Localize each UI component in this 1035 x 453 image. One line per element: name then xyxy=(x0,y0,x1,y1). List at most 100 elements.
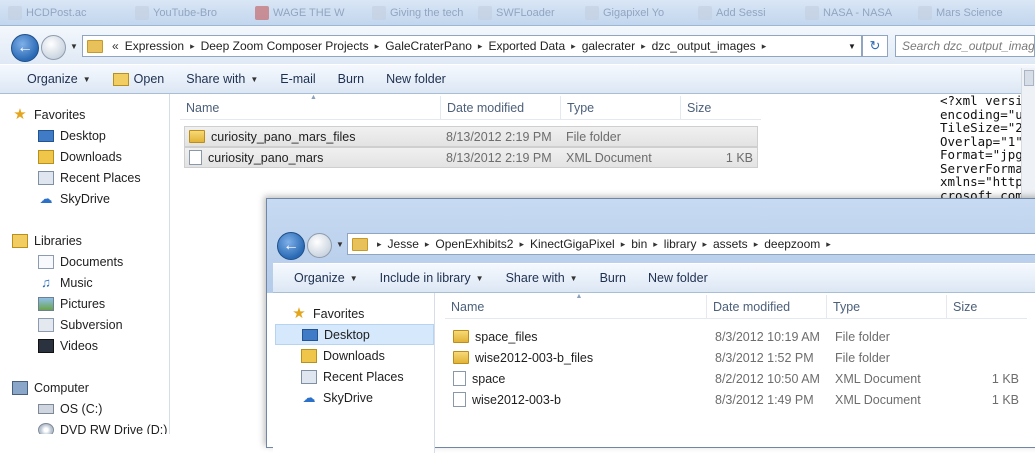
back-button[interactable]: ← xyxy=(11,34,39,62)
file-row[interactable]: space_files 8/3/2012 10:19 AM File folde… xyxy=(449,326,1023,347)
address-dropdown-icon[interactable]: ▼ xyxy=(848,42,856,51)
column-name[interactable]: ▲ Name xyxy=(445,293,707,319)
nav-music[interactable]: ♫ Music xyxy=(24,272,169,293)
desktop-icon xyxy=(38,129,54,142)
refresh-button[interactable]: ↻ xyxy=(862,35,888,57)
file-row[interactable]: wise2012-003-b 8/3/2012 1:49 PM XML Docu… xyxy=(449,389,1023,410)
column-type[interactable]: Type xyxy=(561,95,681,120)
taskbar-item[interactable]: Add Sessi xyxy=(698,3,766,23)
crumb-bin[interactable]: bin xyxy=(626,237,652,251)
column-size[interactable]: Size xyxy=(681,96,761,120)
taskbar-item[interactable]: YouTube-Bro xyxy=(135,3,217,23)
file-row[interactable]: space 8/2/2012 10:50 AM XML Document 1 K… xyxy=(449,368,1023,389)
column-name[interactable]: ▲ Name xyxy=(180,93,441,120)
taskbar-item[interactable]: Mars Science xyxy=(918,3,1003,23)
crumb-openexhibits2[interactable]: OpenExhibits2 xyxy=(430,237,518,251)
nav-os-drive[interactable]: OS (C:) xyxy=(24,398,169,419)
nav-videos[interactable]: Videos xyxy=(24,335,169,356)
app-icon xyxy=(585,6,599,20)
chevron-down-icon: ▼ xyxy=(569,273,578,283)
organize-button[interactable]: Organize ▼ xyxy=(16,72,102,86)
burn-button[interactable]: Burn xyxy=(327,72,375,86)
address-breadcrumb[interactable]: « Expression ▸ Deep Zoom Composer Project… xyxy=(82,35,862,57)
file-date: 8/13/2012 2:19 PM xyxy=(446,150,552,165)
include-in-library-button[interactable]: Include in library ▼ xyxy=(369,271,495,285)
nav-downloads[interactable]: Downloads xyxy=(273,345,434,366)
file-date: 8/13/2012 2:19 PM xyxy=(446,129,552,144)
history-dropdown-icon[interactable]: ▼ xyxy=(70,42,78,51)
share-with-button[interactable]: Share with ▼ xyxy=(495,271,589,285)
file-row[interactable]: curiosity_pano_mars 8/13/2012 2:19 PM XM… xyxy=(184,147,758,168)
chevron-right-icon[interactable]: ▸ xyxy=(761,41,768,52)
chevron-right-icon[interactable]: ▸ xyxy=(825,239,832,250)
crumb-galecrater[interactable]: galecrater xyxy=(577,39,640,53)
email-button[interactable]: E-mail xyxy=(269,72,326,86)
organize-button[interactable]: Organize ▼ xyxy=(283,271,369,285)
nav-skydrive[interactable]: ☁ SkyDrive xyxy=(24,188,169,209)
downloads-folder-icon xyxy=(301,348,317,363)
sort-up-icon: ▲ xyxy=(310,93,317,101)
crumb-jesse[interactable]: Jesse xyxy=(383,237,424,251)
crumb-assets[interactable]: assets xyxy=(708,237,753,251)
folder-icon xyxy=(189,130,205,143)
hard-drive-icon xyxy=(38,403,54,414)
taskbar-item[interactable]: SWFLoader xyxy=(478,3,555,23)
new-folder-button[interactable]: New folder xyxy=(637,271,719,285)
nav-desktop[interactable]: Desktop xyxy=(275,324,434,345)
nav-documents[interactable]: Documents xyxy=(24,251,169,272)
overflow-chevron-icon[interactable]: « xyxy=(111,39,120,53)
column-type[interactable]: Type xyxy=(827,294,947,319)
history-dropdown-icon[interactable]: ▼ xyxy=(336,240,344,249)
star-icon: ★ xyxy=(292,304,306,322)
app-icon xyxy=(805,6,819,20)
taskbar-item[interactable]: Giving the tech xyxy=(372,3,463,23)
share-with-button[interactable]: Share with ▼ xyxy=(175,72,269,86)
nav-skydrive[interactable]: ☁ SkyDrive xyxy=(273,387,434,408)
search-input[interactable]: Search dzc_output_images xyxy=(895,35,1035,57)
nav-pictures[interactable]: Pictures xyxy=(24,293,169,314)
crumb-expression[interactable]: Expression xyxy=(120,39,189,53)
nav-subversion[interactable]: Subversion xyxy=(24,314,169,335)
crumb-deepzoom[interactable]: deepzoom xyxy=(759,237,825,251)
file-type: XML Document xyxy=(835,392,921,407)
taskbar-item[interactable]: WAGE THE W xyxy=(255,3,345,23)
column-size[interactable]: Size xyxy=(947,295,1027,319)
address-breadcrumb[interactable]: ▸ Jesse ▸ OpenExhibits2 ▸ KinectGigaPixel ▸… xyxy=(347,233,1035,255)
taskbar-item[interactable]: NASA - NASA xyxy=(805,3,892,23)
burn-button[interactable]: Burn xyxy=(589,271,637,285)
crumb-galecraterpano[interactable]: GaleCraterPano xyxy=(380,39,477,53)
crumb-library[interactable]: library xyxy=(659,237,702,251)
crumb-kinectgigapixel[interactable]: KinectGigaPixel xyxy=(525,237,620,251)
nav-favorites[interactable]: ★ Favorites xyxy=(273,303,434,324)
nav-libraries[interactable]: Libraries xyxy=(4,230,169,251)
crumb-exported-data[interactable]: Exported Data xyxy=(483,39,570,53)
open-button[interactable]: Open xyxy=(102,72,176,86)
open-folder-icon xyxy=(112,72,129,86)
app-icon xyxy=(135,6,149,20)
xml-file-icon xyxy=(189,150,202,165)
taskbar-item[interactable]: HCDPost.ac xyxy=(8,3,87,23)
file-row[interactable]: wise2012-003-b_files 8/3/2012 1:52 PM Fi… xyxy=(449,347,1023,368)
taskbar-item[interactable]: Gigapixel Yo xyxy=(585,3,664,23)
column-date-modified[interactable]: Date modified xyxy=(707,294,827,319)
nav-computer[interactable]: Computer xyxy=(4,377,169,398)
column-date-modified[interactable]: Date modified xyxy=(441,95,561,120)
scrollbar-thumb[interactable] xyxy=(1024,70,1034,86)
nav-recent-places[interactable]: Recent Places xyxy=(24,167,169,188)
forward-button[interactable] xyxy=(41,35,66,60)
preview-scrollbar[interactable] xyxy=(1021,68,1035,218)
nav-dvd-drive[interactable]: DVD RW Drive (D:) S xyxy=(24,419,169,434)
crumb-dzc-output-images[interactable]: dzc_output_images xyxy=(647,39,761,53)
back-button[interactable]: ← xyxy=(277,232,305,260)
file-row[interactable]: curiosity_pano_mars_files 8/13/2012 2:19… xyxy=(184,126,758,147)
crumb-deep-zoom-composer-projects[interactable]: Deep Zoom Composer Projects xyxy=(196,39,374,53)
nav-downloads[interactable]: Downloads xyxy=(24,146,169,167)
nav-recent-places[interactable]: Recent Places xyxy=(273,366,434,387)
nav-favorites[interactable]: ★ Favorites xyxy=(4,104,169,125)
forward-button[interactable] xyxy=(307,233,332,258)
file-type: File folder xyxy=(566,129,621,144)
nav-desktop[interactable]: Desktop xyxy=(24,125,169,146)
computer-icon xyxy=(12,380,28,395)
window2-address-bar: ← ▼ ▸ Jesse ▸ OpenExhibits2 ▸ KinectGigaPi… xyxy=(273,229,1035,263)
new-folder-button[interactable]: New folder xyxy=(375,72,457,86)
